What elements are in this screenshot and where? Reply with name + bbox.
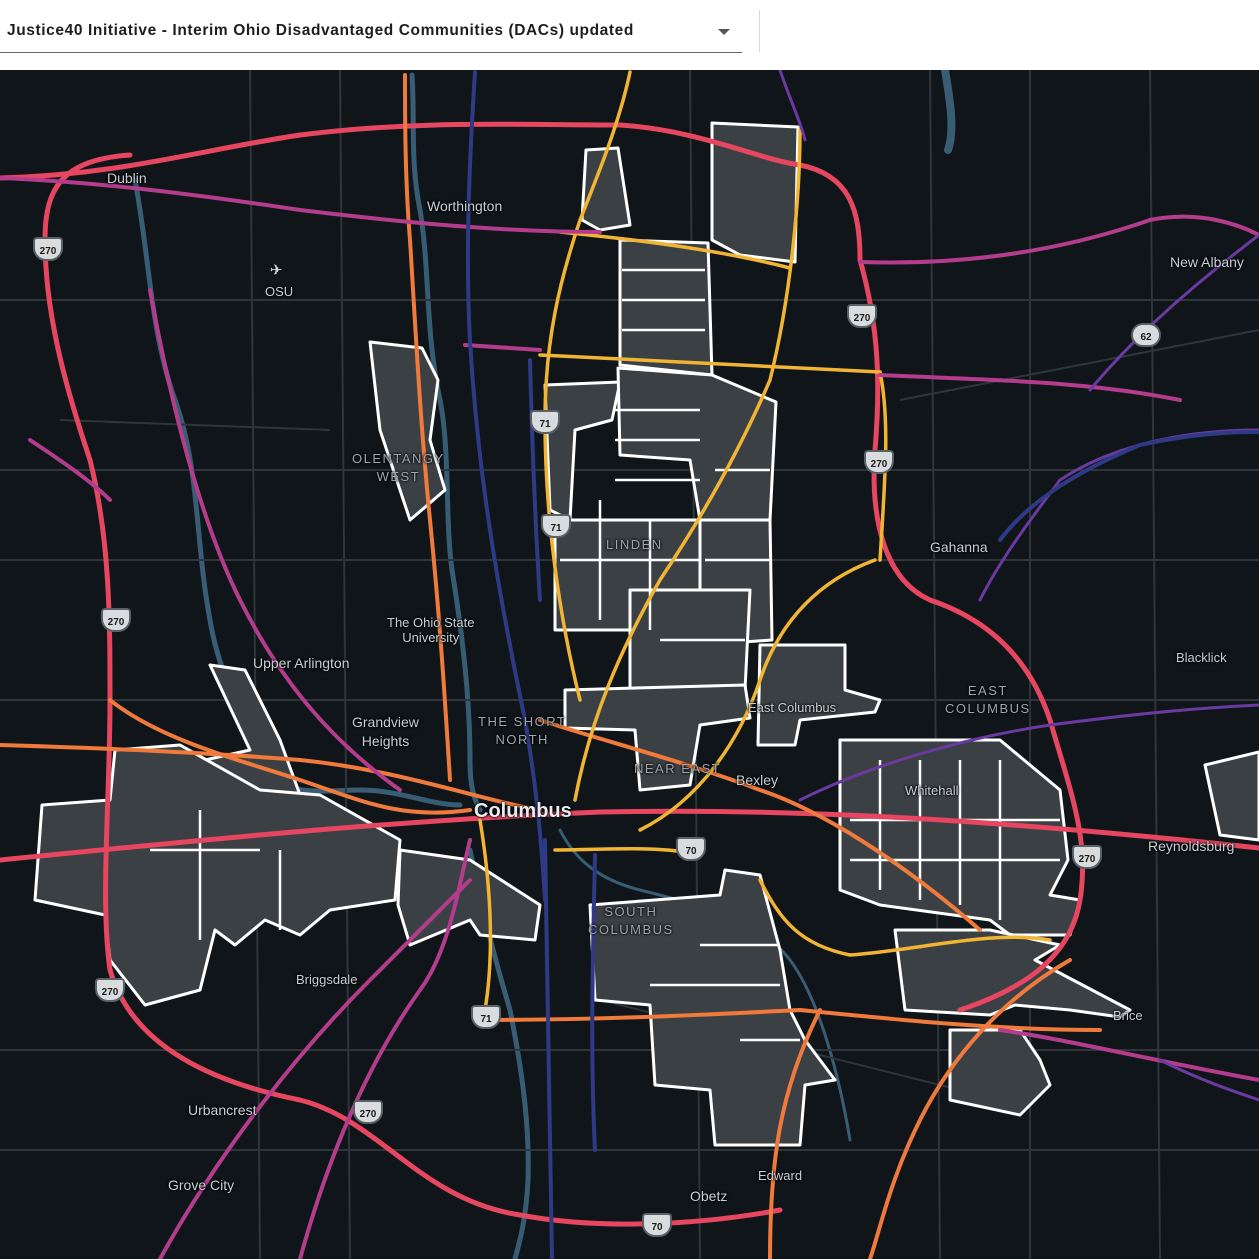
place-label-osu: OSU bbox=[265, 284, 294, 299]
top-bar: Justice40 Initiative - Interim Ohio Disa… bbox=[0, 0, 1259, 70]
place-label-south-columbus: SOUTH COLUMBUS bbox=[588, 904, 674, 937]
place-label-worthington: Worthington bbox=[427, 198, 503, 214]
place-label-linden: LINDEN bbox=[606, 537, 663, 552]
place-label-upper-arlington: Upper Arlington bbox=[253, 655, 350, 671]
interstate-shield-icon: 270 bbox=[847, 304, 877, 328]
interstate-shield-icon: 270 bbox=[864, 450, 894, 474]
map-svg bbox=[0, 70, 1259, 1259]
place-label-edward: Edward bbox=[758, 1168, 803, 1183]
interstate-shield-icon: 270 bbox=[1072, 845, 1102, 869]
chevron-down-icon[interactable] bbox=[718, 29, 730, 35]
place-label-gahanna: Gahanna bbox=[930, 539, 988, 555]
place-label-urbancrest: Urbancrest bbox=[188, 1102, 257, 1118]
airport-icon: ✈ bbox=[270, 262, 283, 279]
place-label-blacklick: Blacklick bbox=[1176, 650, 1227, 665]
map-canvas[interactable]: Dublin Worthington ✈ OSU New Albany OLEN… bbox=[0, 70, 1259, 1259]
layer-select-label: Justice40 Initiative - Interim Ohio Disa… bbox=[7, 22, 634, 39]
place-label-obetz: Obetz bbox=[690, 1188, 728, 1204]
interstate-shield-icon: 270 bbox=[353, 1100, 383, 1124]
place-label-bexley: Bexley bbox=[736, 772, 779, 788]
place-label-olentangy-west: OLENTANGY WEST bbox=[352, 451, 445, 484]
us-route-shield-icon: 62 bbox=[1131, 323, 1161, 347]
interstate-shield-icon: 71 bbox=[530, 410, 560, 434]
interstate-shield-icon: 270 bbox=[101, 608, 131, 632]
place-label-whitehall: Whitehall bbox=[905, 783, 959, 798]
interstate-shield-icon: 270 bbox=[95, 978, 125, 1002]
interstate-shield-icon: 70 bbox=[676, 837, 706, 861]
place-label-ohio-state: The Ohio State University bbox=[387, 615, 475, 645]
place-label-east-columbus-district: EAST COLUMBUS bbox=[945, 683, 1031, 716]
interstate-shield-icon: 270 bbox=[33, 237, 63, 261]
place-label-brice: Brice bbox=[1113, 1008, 1143, 1023]
interstate-shield-icon: 70 bbox=[642, 1213, 672, 1237]
place-label-new-albany: New Albany bbox=[1170, 254, 1244, 270]
place-label-east-columbus: East Columbus bbox=[748, 700, 837, 715]
place-label-reynoldsburg: Reynoldsburg bbox=[1148, 838, 1235, 854]
dac-areas bbox=[33, 121, 1259, 1147]
place-label-grove-city: Grove City bbox=[168, 1177, 235, 1193]
interstate-shield-icon: 71 bbox=[471, 1005, 501, 1029]
toolbar-divider bbox=[759, 10, 760, 52]
place-label-near-east: NEAR EAST bbox=[634, 761, 722, 776]
place-label-grandview: Grandview Heights bbox=[352, 714, 419, 749]
place-label-short-north: THE SHORT NORTH bbox=[478, 714, 567, 747]
interstate-shield-icon: 71 bbox=[541, 514, 571, 538]
place-label-dublin: Dublin bbox=[107, 170, 147, 186]
layer-select-dropdown[interactable]: Justice40 Initiative - Interim Ohio Disa… bbox=[0, 10, 742, 53]
place-label-columbus: Columbus bbox=[474, 800, 572, 822]
place-label-briggsdale: Briggsdale bbox=[296, 972, 358, 987]
